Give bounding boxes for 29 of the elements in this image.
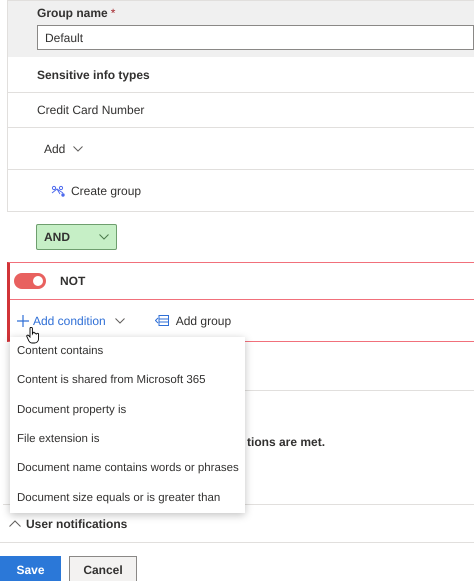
chevron-up-icon [9,520,21,527]
chevron-down-icon [114,318,125,324]
section-toggle[interactable]: User notifications [9,514,128,532]
menu-item[interactable]: File extension is [10,424,245,454]
chevron-down-icon [73,146,84,152]
add-button[interactable]: Add [44,140,84,158]
add-group-button[interactable]: Add group [154,312,232,330]
menu-item[interactable]: Content is shared from Microsoft 365 [10,366,245,396]
list-icon [154,315,169,326]
menu-item[interactable]: Document name contains words or phrases [10,454,245,484]
menu-item[interactable]: Content contains [10,337,245,366]
add-condition-button[interactable]: Add condition [16,312,125,330]
field-label: Group name [37,6,108,20]
operator-dropdown[interactable]: AND [36,224,117,250]
menu-item[interactable]: Document size equals or is greater than [10,483,245,513]
create-group-button[interactable]: Create group [51,182,142,200]
people-icon [51,184,65,196]
info-type-label: Credit Card Number [37,102,144,119]
section-title: Sensitive info types [37,66,150,84]
chevron-down-icon [99,234,109,240]
paragraph-fragment: tions are met. [247,434,326,451]
toggle-label: NOT [60,273,86,290]
cancel-button[interactable]: Cancel [69,556,137,581]
toggle-switch[interactable] [14,273,46,289]
plus-icon [16,314,30,328]
group-name-field[interactable]: Default [37,25,474,50]
required-mark: * [110,6,116,20]
save-button[interactable]: Save [0,556,61,581]
menu-item[interactable]: Document property is [10,396,245,425]
